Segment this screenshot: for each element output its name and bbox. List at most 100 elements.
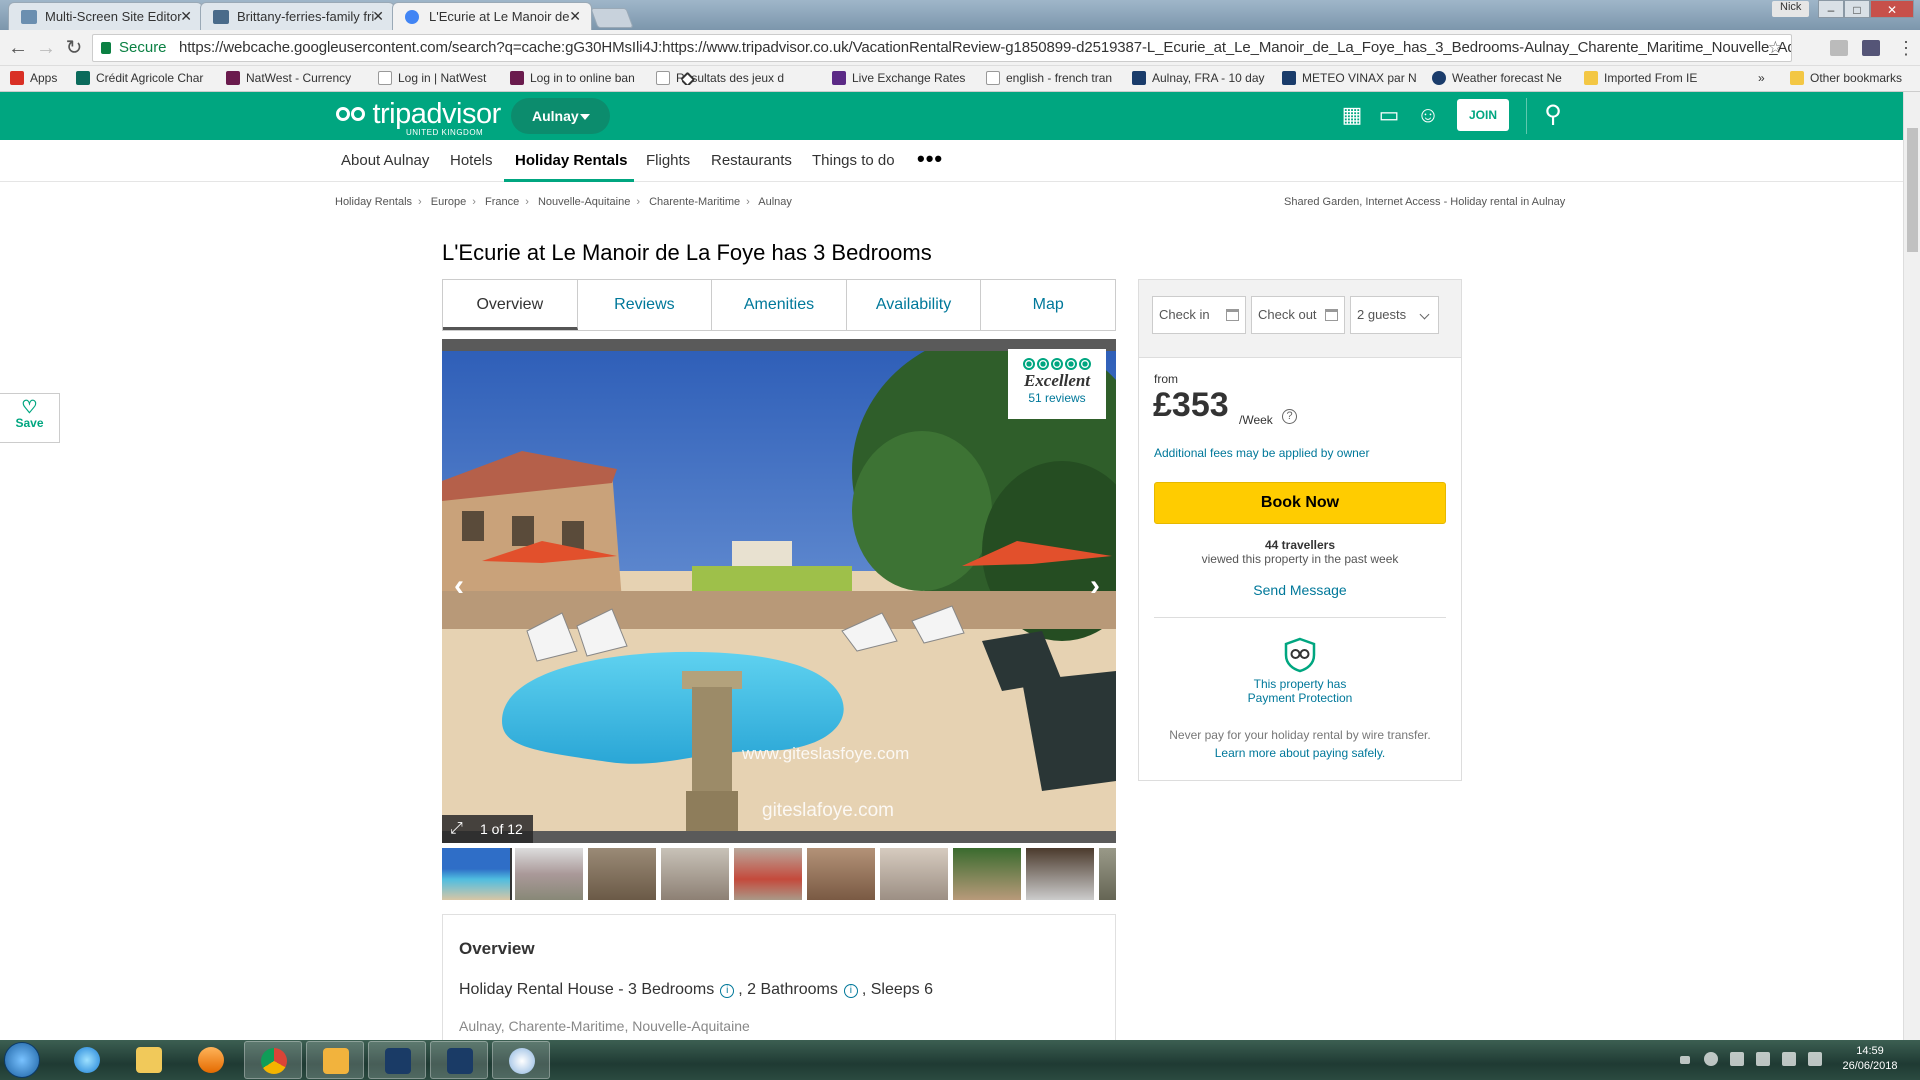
nav-things-to-do[interactable]: Things to do [812, 152, 895, 169]
start-button[interactable] [4, 1042, 40, 1078]
breadcrumb-item[interactable]: Nouvelle-Aquitaine [538, 196, 630, 208]
display-icon[interactable] [1756, 1052, 1770, 1066]
bookmark-apps[interactable]: Apps [10, 71, 68, 85]
scrollbar-thumb[interactable] [1907, 128, 1918, 252]
cast-icon[interactable] [1862, 40, 1880, 56]
taskbar-chrome[interactable] [244, 1041, 302, 1079]
back-arrow-icon[interactable]: ← [6, 36, 30, 60]
page-scrollbar[interactable] [1903, 92, 1920, 1040]
breadcrumb-item[interactable]: Holiday Rentals [335, 196, 412, 208]
taskbar-amazon-music[interactable] [368, 1041, 426, 1079]
rating-badge[interactable]: Excellent 51 reviews [1008, 349, 1106, 419]
help-icon[interactable]: ? [1282, 409, 1297, 424]
geo-selector[interactable]: Aulnay [511, 98, 610, 134]
taskbar-internet-explorer[interactable] [58, 1041, 116, 1079]
taskbar-outlook[interactable] [306, 1041, 364, 1079]
trips-icon[interactable]: ▦ [1339, 102, 1365, 128]
close-icon[interactable]: ✕ [372, 8, 384, 25]
bookmark-aulnay-weather[interactable]: Aulnay, FRA - 10 day [1132, 71, 1270, 85]
thumbnail[interactable] [1026, 848, 1094, 900]
tab-availability[interactable]: Availability [847, 280, 982, 330]
thumbnail[interactable] [880, 848, 948, 900]
review-count-link[interactable]: 51 reviews [1008, 391, 1106, 405]
nav-restaurants[interactable]: Restaurants [711, 152, 792, 169]
breadcrumb-item[interactable]: Aulnay [758, 196, 792, 208]
thumbnail[interactable] [807, 848, 875, 900]
url-text[interactable]: https://webcache.googleusercontent.com/s… [179, 35, 1791, 61]
bookmark-natwest-login[interactable]: Log in | NatWest [378, 71, 498, 85]
thumbnail[interactable] [953, 848, 1021, 900]
learn-more-link[interactable]: Learn more about paying safely. [1139, 746, 1461, 760]
more-bookmarks-chevron[interactable]: » [1758, 71, 1770, 85]
taskbar-file-explorer[interactable] [120, 1041, 178, 1079]
show-hidden-icons-icon[interactable] [1680, 1056, 1690, 1064]
tab-amenities[interactable]: Amenities [712, 280, 847, 330]
expand-icon[interactable]: ⤢ [450, 815, 463, 843]
taskbar-paint[interactable] [492, 1041, 550, 1079]
network-globe-icon[interactable] [1704, 1052, 1718, 1066]
breadcrumb-item[interactable]: France [485, 196, 519, 208]
next-photo-arrow-icon[interactable]: › [1090, 569, 1100, 603]
messages-icon[interactable]: ▭ [1376, 102, 1402, 128]
tab-map[interactable]: Map [981, 280, 1115, 330]
join-button[interactable]: JOIN [1457, 99, 1509, 131]
check-in-field[interactable]: Check in [1152, 296, 1246, 334]
window-close-button[interactable]: ✕ [1870, 0, 1914, 18]
minimize-button[interactable]: – [1818, 0, 1844, 18]
maximize-button[interactable]: □ [1844, 0, 1870, 18]
thumbnail[interactable] [588, 848, 656, 900]
bookmark-live-exchange-rates[interactable]: Live Exchange Rates [832, 71, 972, 85]
more-dots-icon[interactable]: ••• [917, 146, 943, 172]
breadcrumb-item[interactable]: Europe [431, 196, 466, 208]
system-clock[interactable]: 14:59 26/06/2018 [1840, 1044, 1900, 1074]
bookmark-online-banking[interactable]: Log in to online ban [510, 71, 646, 85]
bookmark-weather-forecast[interactable]: Weather forecast Ne [1432, 71, 1572, 85]
taskbar-media-player[interactable] [182, 1041, 240, 1079]
nav-about-aulnay[interactable]: About Aulnay [341, 152, 429, 169]
info-icon[interactable]: i [843, 984, 858, 998]
check-out-field[interactable]: Check out [1251, 296, 1345, 334]
previous-photo-arrow-icon[interactable]: ‹ [454, 569, 464, 603]
search-icon[interactable]: ⚲ [1540, 102, 1566, 128]
photo-gallery[interactable]: www.giteslasfoye.com giteslafoye.com Exc… [442, 339, 1116, 843]
book-now-button[interactable]: Book Now [1154, 482, 1446, 524]
bookmark-imported-from-ie[interactable]: Imported From IE [1584, 71, 1714, 85]
save-button[interactable]: ♡ Save [0, 393, 60, 443]
additional-fees-link[interactable]: Additional fees may be applied by owner [1154, 446, 1369, 460]
nav-hotels[interactable]: Hotels [450, 152, 493, 169]
bookmark-star-icon[interactable]: ☆ [1768, 35, 1783, 61]
profile-icon[interactable]: ☺ [1415, 102, 1441, 128]
bookmark-diamond[interactable] [682, 71, 708, 85]
action-center-flag-icon[interactable] [1808, 1052, 1822, 1066]
thumbnail[interactable] [661, 848, 729, 900]
thumbnail[interactable] [515, 848, 583, 900]
bookmark-meteo-vinax[interactable]: METEO VINAX par N [1282, 71, 1418, 85]
tab-reviews[interactable]: Reviews [578, 280, 713, 330]
info-icon[interactable]: i [720, 984, 735, 998]
forward-arrow-icon[interactable]: → [34, 36, 58, 60]
address-bar[interactable]: Secure https://webcache.googleuserconten… [92, 34, 1792, 62]
user-profile-chip[interactable]: Nick [1772, 1, 1810, 17]
volume-icon[interactable] [1782, 1052, 1796, 1066]
browser-tab-site-editor[interactable]: Multi-Screen Site Editor ✕ [8, 2, 203, 30]
new-tab-button[interactable] [590, 8, 634, 28]
thumbnail[interactable] [1099, 848, 1116, 900]
bookmark-natwest-currency[interactable]: NatWest - Currency [226, 71, 362, 85]
photo-counter[interactable]: ⤢ 1 of 12 [442, 815, 533, 843]
browser-tab-lecurie[interactable]: L'Ecurie at Le Manoir de ✕ [392, 2, 592, 30]
menu-kebab-icon[interactable]: ⋮ [1894, 36, 1918, 60]
send-message-link[interactable]: Send Message [1139, 582, 1461, 598]
nav-holiday-rentals[interactable]: Holiday Rentals [515, 152, 628, 169]
nav-flights[interactable]: Flights [646, 152, 690, 169]
reload-icon[interactable]: ↻ [62, 36, 86, 60]
bookmark-credit-agricole[interactable]: Crédit Agricole Char [76, 71, 212, 85]
tripadvisor-logo[interactable]: tripadvisor UNITED KINGDOM [336, 98, 501, 137]
thumbnail[interactable] [734, 848, 802, 900]
guests-select[interactable]: 2 guests [1350, 296, 1439, 334]
thumbnail[interactable] [442, 848, 512, 900]
bookmark-resultats-jeux[interactable]: Résultats des jeux d [656, 71, 812, 85]
tab-overview[interactable]: Overview [443, 280, 578, 330]
bookmark-english-french[interactable]: english - french tran [986, 71, 1120, 85]
breadcrumb-item[interactable]: Charente-Maritime [649, 196, 740, 208]
close-icon[interactable]: ✕ [180, 8, 192, 25]
